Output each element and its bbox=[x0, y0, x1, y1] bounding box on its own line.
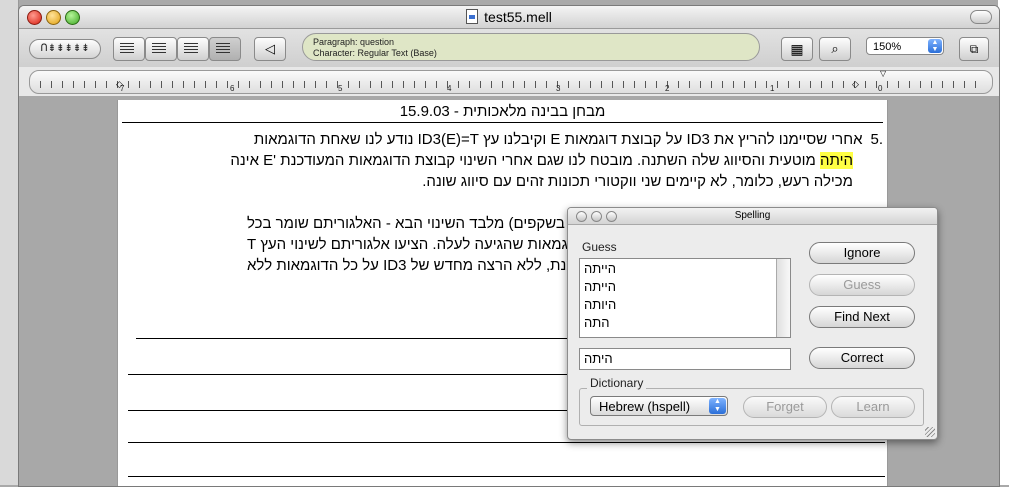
resize-grip-icon[interactable] bbox=[925, 427, 935, 437]
find-button[interactable]: ⌕ bbox=[819, 37, 851, 61]
ruler-number: 4 bbox=[447, 84, 452, 93]
align-right-icon bbox=[184, 43, 198, 55]
left-indent-marker-icon[interactable]: ◇ bbox=[116, 79, 123, 90]
ruler-number: 1 bbox=[770, 84, 775, 93]
dictionary-value: Hebrew (hspell) bbox=[599, 399, 691, 414]
spelling-title: Spelling bbox=[734, 210, 771, 221]
ruler-number: 6 bbox=[230, 84, 235, 93]
chevron-updown-icon: ▲ ▼ bbox=[709, 398, 726, 414]
guess-button[interactable]: Guess bbox=[809, 274, 915, 296]
paragraph-status: Paragraph: question bbox=[313, 37, 395, 47]
find-next-button[interactable]: Find Next bbox=[809, 306, 915, 328]
grid-icon: ▦ bbox=[790, 41, 804, 57]
window-title: test55.mell bbox=[484, 9, 552, 25]
ignore-button[interactable]: Ignore bbox=[809, 242, 915, 264]
style-status-panel: Paragraph: question Character: Regular T… bbox=[302, 33, 760, 61]
q5-line-1-text: אחרי שסיימנו להריץ את ID3 על קבוצת דוגמא… bbox=[253, 131, 863, 148]
guess-list[interactable]: הייתה הייתה היותה התה bbox=[579, 258, 791, 338]
q5-number: .5 bbox=[870, 131, 883, 148]
direction-left-icon: ◁ bbox=[265, 41, 275, 56]
question-5: .5 אחרי שסיימנו להריץ את ID3 על קבוצת דוג… bbox=[126, 129, 883, 192]
toolbar-toggle-button[interactable] bbox=[970, 10, 992, 24]
windows-icon: ⧉ bbox=[969, 42, 979, 56]
toolbar: ꓵ⇟⇟⇟⇟⇟ ◁ Paragraph: question Character: … bbox=[19, 29, 999, 67]
zoom-value: 150% bbox=[873, 41, 902, 53]
spelling-panel: Spelling Guess הייתה הייתה היותה התה הית… bbox=[567, 207, 938, 440]
dictionary-label: Dictionary bbox=[587, 376, 647, 390]
correct-button[interactable]: Correct bbox=[809, 347, 915, 369]
align-justify-icon bbox=[216, 43, 230, 55]
guess-item[interactable]: היותה bbox=[584, 297, 616, 312]
guess-item[interactable]: הייתה bbox=[584, 279, 616, 294]
ruler-ticks bbox=[40, 81, 982, 88]
document-icon bbox=[466, 9, 479, 24]
q5-line-1: .5 אחרי שסיימנו להריץ את ID3 על קבוצת דוג… bbox=[126, 129, 883, 150]
answer-line bbox=[128, 442, 885, 443]
learn-button[interactable]: Learn bbox=[831, 396, 915, 418]
chevron-updown-icon: ▲ ▼ bbox=[928, 39, 942, 53]
align-right-button[interactable] bbox=[177, 37, 209, 61]
minimize-panel-button[interactable] bbox=[591, 211, 602, 222]
answer-line bbox=[128, 476, 885, 477]
guess-item[interactable]: הייתה bbox=[584, 261, 616, 276]
forget-button[interactable]: Forget bbox=[743, 396, 827, 418]
ruler-number: 3 bbox=[556, 84, 561, 93]
search-icon: ⌕ bbox=[831, 41, 839, 56]
direction-button[interactable]: ◁ bbox=[254, 37, 286, 61]
zoom-panel-button[interactable] bbox=[606, 211, 617, 222]
header-rule bbox=[122, 122, 883, 123]
close-panel-button[interactable] bbox=[576, 211, 587, 222]
misspelled-word[interactable]: היתה bbox=[820, 152, 853, 169]
align-left-button[interactable] bbox=[113, 37, 145, 61]
guess-scrollbar[interactable] bbox=[776, 259, 790, 337]
ruler-number: 2 bbox=[665, 84, 670, 93]
word-field[interactable]: היתה bbox=[579, 348, 791, 370]
align-center-button[interactable] bbox=[145, 37, 177, 61]
align-justify-button[interactable] bbox=[209, 37, 241, 61]
dictionary-select[interactable]: Hebrew (hspell) ▲ ▼ bbox=[590, 396, 728, 416]
character-status: Character: Regular Text (Base) bbox=[313, 48, 437, 58]
ruler-number: 0 bbox=[878, 84, 883, 93]
ruler-number: 5 bbox=[338, 84, 343, 93]
p2-line-2: צת הדוגמאות שהגיעה לעלה. הציעו אלגוריתם … bbox=[247, 236, 613, 253]
page-header: מבחן בבינה מלאכותית - 15.9.03 bbox=[399, 103, 606, 120]
q5-line-2: היתה מוטעית והסיווג שלה השתנה. מובטח לנו… bbox=[126, 150, 883, 171]
align-center-icon bbox=[152, 43, 166, 55]
align-left-icon bbox=[120, 43, 134, 55]
window-layout-button[interactable]: ⧉ bbox=[959, 37, 989, 61]
guess-item[interactable]: התה bbox=[584, 315, 609, 330]
first-line-marker-icon[interactable]: ▽ bbox=[880, 69, 886, 78]
window-title-wrap: test55.mell bbox=[19, 9, 999, 25]
title-bar[interactable]: test55.mell bbox=[19, 6, 999, 29]
right-indent-marker-icon[interactable]: ◇ bbox=[852, 79, 859, 90]
zoom-select[interactable]: 150% ▲ ▼ bbox=[866, 37, 944, 55]
ruler[interactable]: 7 6 5 4 3 2 1 0 ◇ ◇ ▽ bbox=[29, 69, 993, 94]
spelling-title-bar[interactable]: Spelling bbox=[568, 208, 937, 225]
background-window-left bbox=[0, 0, 19, 485]
q5-line-2-text: מוטעית והסיווג שלה השתנה. מובטח לנו שגם … bbox=[230, 152, 821, 169]
table-button[interactable]: ▦ bbox=[781, 37, 813, 61]
guess-label: Guess bbox=[582, 240, 617, 254]
style-button[interactable]: ꓵ⇟⇟⇟⇟⇟ bbox=[29, 39, 101, 59]
q5-line-3: מכילה רעש, כלומר, לא קיימים שני ווקטורי … bbox=[422, 173, 853, 190]
